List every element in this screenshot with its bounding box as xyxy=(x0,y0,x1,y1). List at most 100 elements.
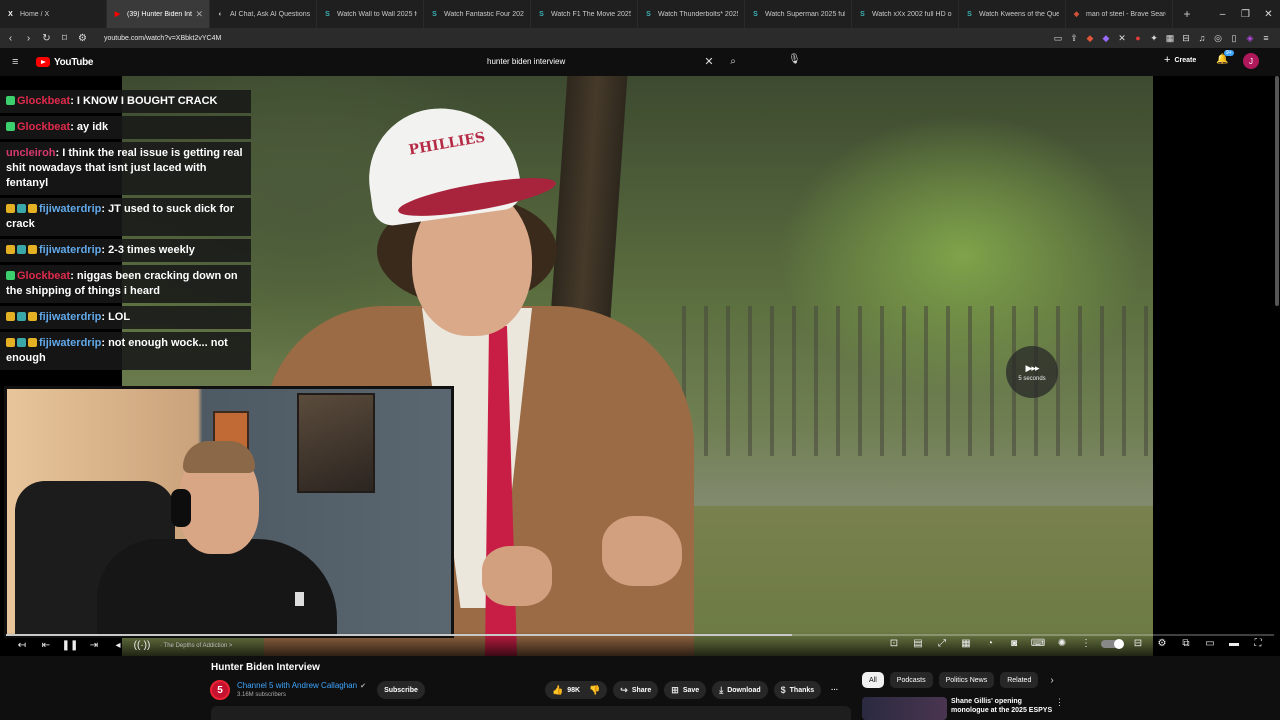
subscribe-button[interactable]: Subscribe xyxy=(377,681,425,699)
x-extension-icon[interactable]: ✕ xyxy=(1114,33,1130,44)
browser-tab[interactable]: S Watch xXx 2002 full HD on SF xyxy=(852,0,959,28)
extension-settings-icon[interactable]: ✺ xyxy=(1050,638,1074,649)
browser-tab[interactable]: S Watch F1 The Movie 2025 full xyxy=(531,0,638,28)
cast-player-icon[interactable]: ▬ xyxy=(1222,638,1246,649)
sidebar-toggle-icon[interactable]: ▯ xyxy=(1226,33,1242,44)
cast-icon[interactable]: ▭ xyxy=(1050,33,1066,44)
chat-username[interactable]: Glockbeat xyxy=(17,270,70,282)
browser-tab[interactable]: ◈ man of steel - Brave Search xyxy=(1066,0,1173,28)
vpn-icon[interactable]: ◎ xyxy=(1210,33,1226,44)
film-icon[interactable]: ▦ xyxy=(954,638,978,649)
create-button[interactable]: + Create xyxy=(1164,54,1196,66)
search-icon[interactable]: ⌕ xyxy=(718,56,748,67)
screenshot-icon[interactable]: ◙ xyxy=(1002,638,1026,649)
chat-username[interactable]: fijiwaterdrip xyxy=(39,203,101,215)
download-button[interactable]: ⤓ Download xyxy=(712,681,768,699)
autoplay-toggle[interactable] xyxy=(1101,638,1124,649)
brave-shield-icon[interactable]: ◆ xyxy=(1082,33,1098,44)
close-tab-icon[interactable]: ✕ xyxy=(195,9,203,20)
extension-icon[interactable]: ◆ xyxy=(1098,33,1114,44)
browser-tab[interactable]: S Watch Kweens of the Queer U xyxy=(959,0,1066,28)
subtitles-icon[interactable]: ⊟ xyxy=(1126,638,1150,649)
close-window-icon[interactable]: ✕ xyxy=(1257,9,1280,20)
enhancer-icon[interactable]: ⊡ xyxy=(882,638,906,649)
more-actions-button[interactable]: ··· xyxy=(827,681,842,699)
youtube-logo[interactable]: YouTube xyxy=(36,57,94,68)
resize-icon[interactable]: ⤢ xyxy=(930,638,954,649)
browser-tab[interactable]: S Watch Superman 2025 full HD xyxy=(745,0,852,28)
channel-avatar[interactable]: 5 xyxy=(210,680,230,700)
chapter-label[interactable]: · The Depths of Addiction > xyxy=(160,643,232,649)
chat-username[interactable]: fijiwaterdrip xyxy=(39,311,101,323)
chip-related[interactable]: Related xyxy=(1000,672,1039,688)
theater-mode-icon[interactable]: ▭ xyxy=(1198,638,1222,649)
tab-search-icon[interactable]: ⊟ xyxy=(1178,33,1194,44)
bookmark-icon[interactable]: ⌑ xyxy=(57,33,72,44)
save-button[interactable]: ⊞ Save xyxy=(664,681,707,699)
site-info-icon[interactable]: ⚙ xyxy=(75,33,90,44)
like-button[interactable]: 👍 98K 👎 xyxy=(545,681,608,699)
chip-politics-news[interactable]: Politics News xyxy=(938,672,995,688)
extension-red-icon[interactable]: ● xyxy=(1130,33,1146,43)
extension-grid-icon[interactable]: ▦ xyxy=(1162,33,1178,44)
more-options-icon[interactable]: ⋮ xyxy=(1074,638,1098,649)
progress-bar[interactable] xyxy=(6,634,1274,636)
miniplayer-icon[interactable]: ⧉ xyxy=(1174,638,1198,649)
chat-username[interactable]: uncleiroh xyxy=(6,147,56,159)
rewind-icon[interactable]: ⇤ xyxy=(34,640,58,651)
back-icon[interactable]: ‹ xyxy=(3,33,18,44)
wallet-icon[interactable]: ◈ xyxy=(1242,33,1258,44)
fullscreen-icon[interactable]: ⛶ xyxy=(1246,638,1270,649)
browser-tab[interactable]: ▶ (39) Hunter Biden Inter ✕ xyxy=(107,0,210,28)
channel-name-text[interactable]: Channel 5 with Andrew Callaghan xyxy=(237,681,357,690)
settings-gear-icon[interactable]: ⚙ xyxy=(1150,638,1174,649)
search-input[interactable]: hunter biden interview xyxy=(480,57,700,66)
url-field[interactable]: youtube.com/watch?v=XBbkt2vYC4M xyxy=(104,35,1050,42)
skip-forward-button[interactable]: ▶▸▸ 5 seconds xyxy=(1006,346,1058,398)
chip-podcasts[interactable]: Podcasts xyxy=(889,672,933,688)
thanks-button[interactable]: $ Thanks xyxy=(773,681,822,699)
browser-tab[interactable]: ◐ AI Chat, Ask AI Questions for xyxy=(210,0,317,28)
speed-icon[interactable]: ◔ xyxy=(978,638,1002,649)
extension-puzzle-icon[interactable]: ✦ xyxy=(1146,33,1162,44)
clear-search-icon[interactable]: ✕ xyxy=(700,55,718,68)
menu-icon[interactable]: ≡ xyxy=(1258,33,1274,43)
channel-name[interactable]: Channel 5 with Andrew Callaghan ✔ xyxy=(237,681,366,690)
recommended-video-title[interactable]: Shane Gillis' opening monologue at the 2… xyxy=(951,697,1056,715)
live-icon[interactable]: ((·)) xyxy=(130,640,154,651)
thumbs-down-icon[interactable]: 👎 xyxy=(589,685,600,696)
recommended-more-icon[interactable]: ⋮ xyxy=(1055,697,1064,708)
restore-icon[interactable]: ❐ xyxy=(1234,9,1257,20)
voice-search-icon[interactable]: 🎙 xyxy=(788,54,801,65)
recommended-video-thumbnail[interactable] xyxy=(862,697,947,720)
forward-icon[interactable]: › xyxy=(21,33,36,44)
pause-icon[interactable]: ❚❚ xyxy=(58,640,82,651)
reload-icon[interactable]: ↻ xyxy=(39,33,54,44)
account-avatar[interactable]: J xyxy=(1243,53,1259,69)
minimize-icon[interactable]: – xyxy=(1211,9,1234,20)
clip-icon[interactable]: ▤ xyxy=(906,638,930,649)
browser-tab[interactable]: X Home / X xyxy=(0,0,107,28)
new-tab-icon[interactable]: + xyxy=(1177,7,1197,21)
browser-tab[interactable]: S Watch Fantastic Four 2025 full xyxy=(424,0,531,28)
chat-username[interactable]: fijiwaterdrip xyxy=(39,337,101,349)
scrollbar-thumb[interactable] xyxy=(1275,76,1279,306)
description-box[interactable] xyxy=(211,706,851,720)
share-button[interactable]: ↪ Share xyxy=(613,681,659,699)
hamburger-menu-icon[interactable]: ≡ xyxy=(12,56,24,68)
volume-icon[interactable]: ◂ xyxy=(106,640,130,651)
chat-username[interactable]: Glockbeat xyxy=(17,121,70,133)
page-scrollbar[interactable] xyxy=(1274,76,1280,306)
share-page-icon[interactable]: ⇪ xyxy=(1066,33,1082,44)
chip-all[interactable]: All xyxy=(862,672,884,688)
next-icon[interactable]: ⇥ xyxy=(82,640,106,651)
browser-tab[interactable]: S Watch Wall to Wall 2025 full H xyxy=(317,0,424,28)
keyboard-icon[interactable]: ⌨ xyxy=(1026,638,1050,649)
chevron-right-icon[interactable]: › xyxy=(1050,675,1053,686)
video-player[interactable]: PHILLIES ▶▸▸ 5 seconds Glockbeat: I KNOW… xyxy=(0,76,1280,656)
chat-username[interactable]: fijiwaterdrip xyxy=(39,244,101,256)
media-icon[interactable]: ♫ xyxy=(1194,33,1210,43)
browser-tab[interactable]: S Watch Thunderbolts* 2025 full xyxy=(638,0,745,28)
previous-icon[interactable]: ↤ xyxy=(10,640,34,651)
chat-username[interactable]: Glockbeat xyxy=(17,95,70,107)
